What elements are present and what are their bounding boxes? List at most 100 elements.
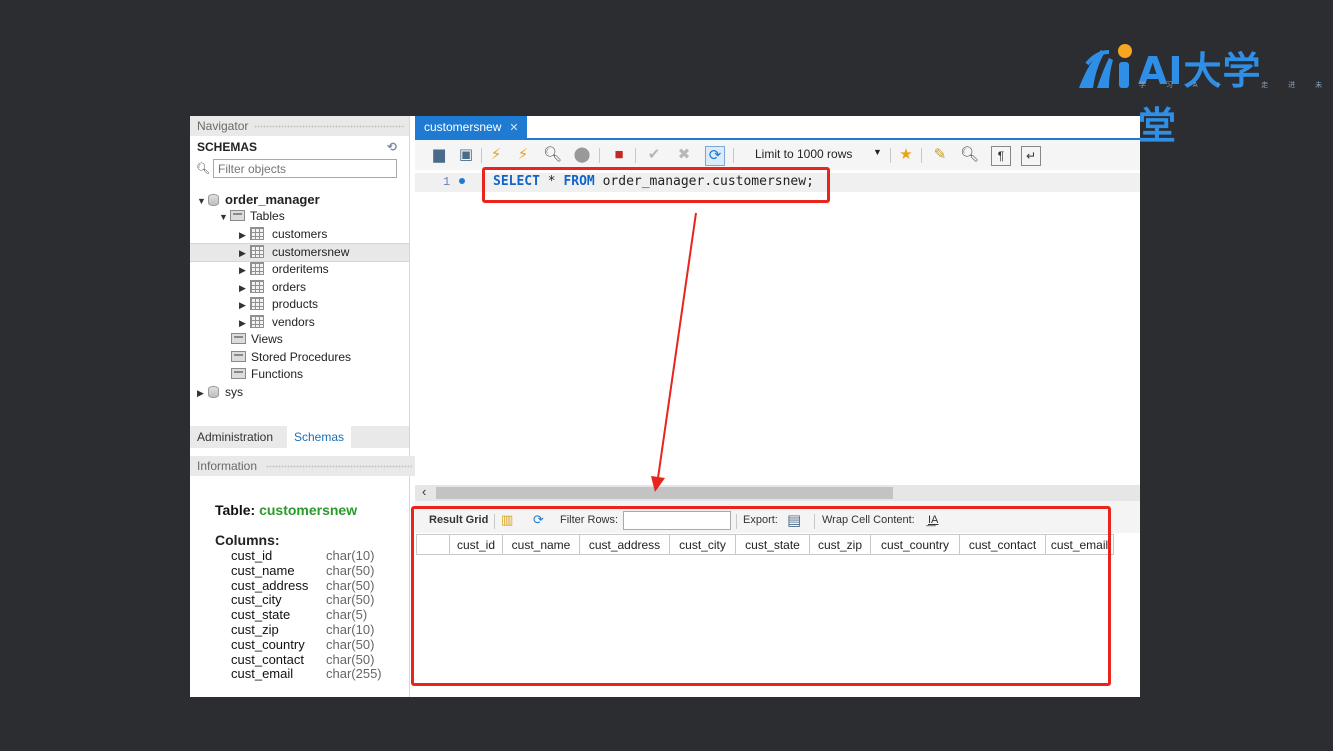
schemas-header: SCHEMAS ⟲ bbox=[190, 136, 409, 158]
add-snippet-star-icon[interactable]: ★ bbox=[897, 146, 915, 164]
tree-table-item[interactable]: ▶ orderitems bbox=[239, 261, 329, 278]
editor-tabbar: customersnew ✕ bbox=[415, 116, 1140, 140]
error-toggle-icon[interactable]: ■ bbox=[610, 146, 628, 164]
info-column-row: cust_address char(50) bbox=[215, 577, 374, 593]
info-column-type: char(5) bbox=[326, 607, 368, 623]
info-column-type: char(50) bbox=[326, 592, 375, 608]
info-column-name: cust_contact bbox=[231, 651, 304, 667]
ai-daxuetang-logo: AI大学堂 学 习 A I · 走 进 未 来 bbox=[1075, 42, 1333, 148]
expanded-triangle-icon[interactable]: ▼ bbox=[219, 209, 230, 226]
collapsed-triangle-icon[interactable]: ▶ bbox=[239, 297, 250, 314]
wrap-lines-icon[interactable]: ↵ bbox=[1021, 146, 1041, 166]
tab-administration[interactable]: Administration bbox=[190, 426, 280, 448]
info-column-row: cust_zip char(10) bbox=[215, 621, 374, 637]
sql-editor[interactable]: 1 SELECT * FROM order_manager.customersn… bbox=[415, 170, 1140, 485]
invisible-chars-icon[interactable]: ¶ bbox=[991, 146, 1011, 166]
collapsed-triangle-icon[interactable]: ▶ bbox=[239, 245, 250, 262]
line-number: 1 bbox=[443, 175, 451, 189]
find-magnifier-icon[interactable]: 🔍︎ bbox=[960, 146, 979, 164]
tree-db-order-manager[interactable]: ▼ order_manager bbox=[197, 191, 320, 208]
table-icon bbox=[250, 297, 264, 310]
table-icon bbox=[250, 227, 264, 240]
statement-marker-icon bbox=[459, 178, 465, 184]
tab-customersnew[interactable]: customersnew ✕ bbox=[415, 116, 527, 138]
refresh-icon[interactable]: ⟲ bbox=[387, 136, 397, 158]
chevron-down-icon[interactable]: ▼ bbox=[873, 147, 882, 157]
tree-table-item[interactable]: ▶ orders bbox=[239, 279, 306, 296]
execute-current-icon[interactable]: ⚡ bbox=[514, 146, 532, 164]
scrollbar-thumb[interactable] bbox=[436, 487, 893, 499]
info-column-type: char(10) bbox=[326, 548, 375, 563]
table-icon bbox=[250, 245, 264, 258]
tree-table-item-selected[interactable]: ▶ customersnew bbox=[190, 243, 409, 262]
info-column-name: cust_id bbox=[231, 548, 273, 563]
autocommit-toggle-icon[interactable]: ⟳ bbox=[705, 146, 725, 166]
collapsed-triangle-icon[interactable]: ▶ bbox=[197, 385, 208, 402]
horizontal-scrollbar[interactable]: ‹ bbox=[415, 484, 1140, 501]
info-column-name: cust_address bbox=[231, 577, 309, 593]
table-icon bbox=[250, 262, 264, 275]
filter-objects-input[interactable] bbox=[213, 159, 397, 178]
explain-magnifier-icon[interactable]: 🔍︎ bbox=[543, 146, 562, 164]
tree-table-item[interactable]: ▶ customers bbox=[239, 226, 327, 243]
expanded-triangle-icon[interactable]: ▼ bbox=[197, 193, 208, 210]
info-column-row: cust_email char(255) bbox=[215, 666, 382, 682]
tree-db-sys[interactable]: ▶ sys bbox=[197, 384, 243, 401]
tree-table-item[interactable]: ▶ vendors bbox=[239, 314, 315, 331]
navigator-title: Navigator bbox=[197, 119, 249, 133]
tree-table-item[interactable]: ▶ products bbox=[239, 296, 318, 313]
navigator-tabs: Administration Schemas bbox=[190, 426, 409, 448]
logo-mark-icon bbox=[1079, 44, 1132, 88]
info-column-type: char(255) bbox=[326, 666, 382, 682]
beautify-broom-icon[interactable]: ✎ bbox=[931, 146, 949, 164]
info-column-name: cust_zip bbox=[231, 621, 279, 637]
info-column-row: cust_id char(10) bbox=[215, 548, 374, 563]
logo-subtitle: 学 习 A I · 走 进 未 来 bbox=[1139, 82, 1333, 89]
filter-row: 🔍︎ bbox=[190, 158, 409, 184]
folder-icon bbox=[231, 351, 246, 362]
open-folder-icon[interactable]: ▆ bbox=[430, 146, 448, 164]
information-header: Information bbox=[190, 456, 416, 476]
info-column-type: char(10) bbox=[326, 621, 375, 637]
info-column-row: cust_name char(50) bbox=[215, 562, 374, 578]
collapsed-triangle-icon[interactable]: ▶ bbox=[239, 262, 250, 279]
info-column-name: cust_email bbox=[231, 666, 294, 682]
tree-procedures-folder[interactable]: Stored Procedures bbox=[231, 349, 351, 366]
tree-views-folder[interactable]: Views bbox=[231, 331, 283, 348]
folder-icon bbox=[231, 333, 246, 344]
info-column-row: cust_contact char(50) bbox=[215, 651, 374, 667]
tab-schemas[interactable]: Schemas bbox=[287, 426, 351, 448]
execute-lightning-icon[interactable]: ⚡ bbox=[487, 146, 505, 164]
commit-icon[interactable]: ✔ bbox=[645, 146, 663, 164]
tree-tables-folder[interactable]: ▼ Tables bbox=[219, 208, 285, 225]
tree-functions-folder[interactable]: Functions bbox=[231, 366, 303, 383]
stop-icon[interactable]: ⬤ bbox=[573, 146, 591, 164]
scroll-left-arrow-icon[interactable]: ‹ bbox=[422, 484, 426, 499]
info-column-name: cust_city bbox=[231, 592, 282, 608]
info-column-type: char(50) bbox=[326, 562, 375, 578]
collapsed-triangle-icon[interactable]: ▶ bbox=[239, 280, 250, 297]
info-column-type: char(50) bbox=[326, 651, 375, 667]
search-icon: 🔍︎ bbox=[196, 163, 210, 175]
logo-title: AI大学堂 bbox=[1138, 49, 1262, 148]
collapsed-triangle-icon[interactable]: ▶ bbox=[239, 315, 250, 332]
information-panel: Table: customersnew Columns: cust_id char… bbox=[215, 502, 382, 682]
info-column-name: cust_state bbox=[231, 607, 291, 623]
close-icon[interactable]: ✕ bbox=[509, 122, 518, 134]
info-table-name: customersnew bbox=[259, 502, 358, 518]
info-column-type: char(50) bbox=[326, 636, 375, 652]
rollback-icon[interactable]: ✖ bbox=[675, 146, 693, 164]
info-column-row: cust_country char(50) bbox=[215, 637, 374, 652]
collapsed-triangle-icon[interactable]: ▶ bbox=[239, 227, 250, 244]
sql-toolbar: ▆ ▣ ⚡ ⚡ 🔍︎ ⬤ ■ ✔ ✖ ⟳ Limit to 1000 rows … bbox=[415, 140, 1140, 170]
info-column-type: char(50) bbox=[326, 577, 375, 593]
folder-icon bbox=[230, 210, 245, 221]
info-column-name: cust_name bbox=[231, 562, 295, 578]
info-columns-list: cust_id char(10) cust_name char(50) cust_add… bbox=[215, 548, 382, 682]
info-table-title: Table: customersnew bbox=[215, 502, 358, 518]
database-icon bbox=[208, 386, 219, 398]
table-icon bbox=[250, 280, 264, 293]
navigator-panel: Navigator SCHEMAS ⟲ 🔍︎ ▼order_manager ▼T… bbox=[190, 116, 416, 697]
limit-rows-select[interactable]: Limit to 1000 rows ▼ bbox=[755, 147, 882, 161]
save-icon[interactable]: ▣ bbox=[457, 146, 475, 164]
